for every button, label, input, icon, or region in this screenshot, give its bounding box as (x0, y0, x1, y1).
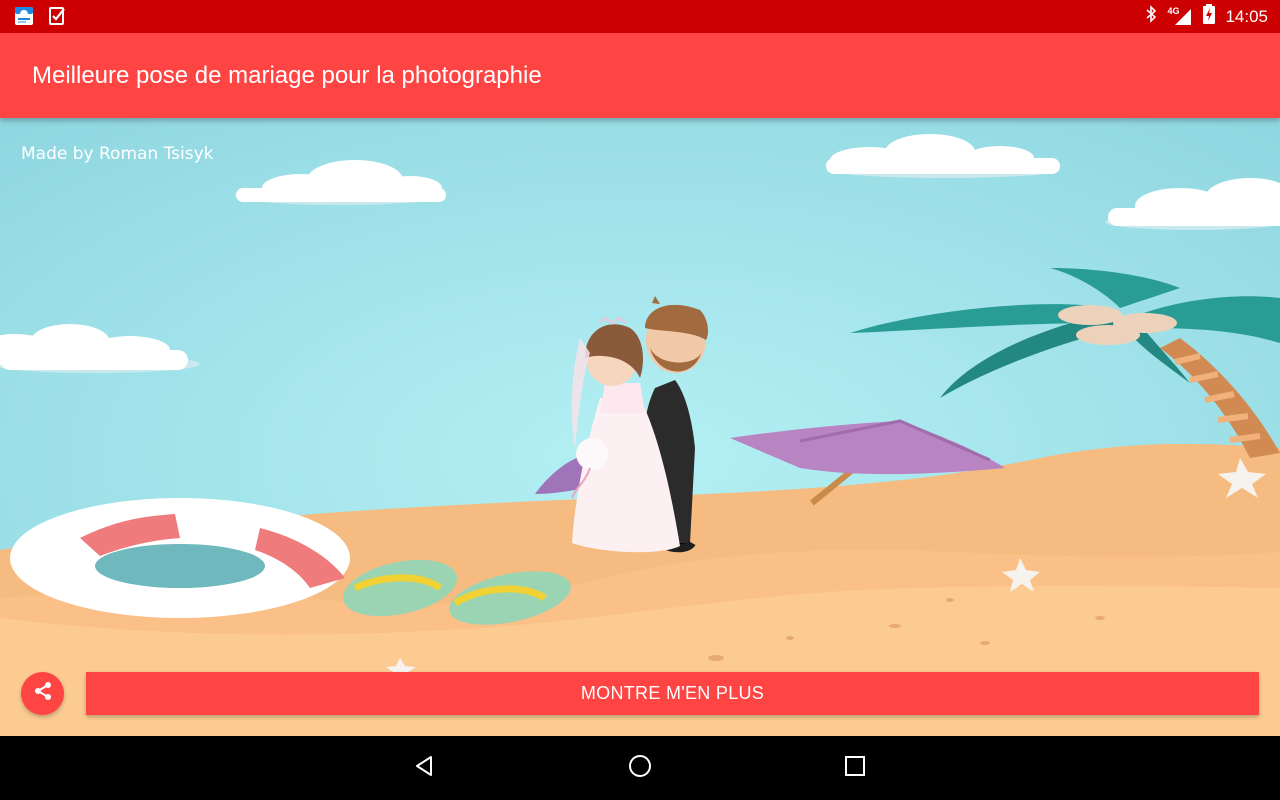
clock: 14:05 (1225, 6, 1268, 26)
task-check-icon (48, 6, 66, 31)
lifebuoy (10, 498, 350, 618)
share-button[interactable] (21, 672, 64, 715)
recents-icon (843, 754, 867, 783)
back-icon (412, 754, 436, 783)
page-title: Meilleure pose de mariage pour la photog… (32, 62, 542, 89)
weather-app-icon (14, 6, 34, 31)
system-status: 4G 14:05 (1145, 0, 1268, 33)
bluetooth-icon (1145, 5, 1157, 28)
beach-wedding-illustration (0, 118, 1280, 736)
show-more-button[interactable]: MONTRE M'EN PLUS (86, 672, 1259, 715)
navigation-bar (0, 736, 1280, 800)
main-content: Made by Roman Tsisyk MONTRE M'EN PLUS (0, 118, 1280, 736)
share-icon (31, 679, 55, 708)
home-button[interactable] (624, 752, 656, 784)
home-icon (627, 753, 653, 784)
app-bar: Meilleure pose de mariage pour la photog… (0, 33, 1280, 118)
battery-charging-icon (1203, 4, 1216, 29)
notification-icons (14, 6, 66, 31)
status-bar: 4G 14:05 (0, 0, 1280, 33)
back-button[interactable] (408, 752, 440, 784)
recents-button[interactable] (839, 752, 871, 784)
credit-text: Made by Roman Tsisyk (21, 144, 214, 164)
signal-icon: 4G (1167, 6, 1193, 27)
